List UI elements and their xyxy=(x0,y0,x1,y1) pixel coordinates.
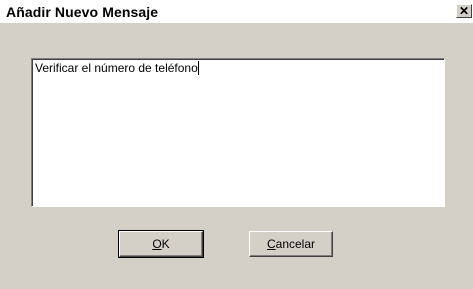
cancel-button-label: Cancelar xyxy=(267,237,315,251)
ok-button[interactable]: OK xyxy=(118,230,204,258)
message-text: Verificar el número de teléfono xyxy=(35,61,199,75)
ok-label-rest: K xyxy=(161,237,170,251)
message-textarea[interactable]: Verificar el número de teléfono xyxy=(31,58,445,207)
text-caret xyxy=(197,61,199,75)
title-bar: Añadir Nuevo Mensaje ✕ xyxy=(0,0,473,24)
message-value: Verificar el número de teléfono xyxy=(35,61,198,75)
close-button[interactable]: ✕ xyxy=(456,4,472,18)
ok-button-label: OK xyxy=(152,237,169,251)
add-message-dialog: Añadir Nuevo Mensaje ✕ Verificar el núme… xyxy=(0,0,473,289)
close-icon: ✕ xyxy=(458,4,470,18)
ok-mnemonic: O xyxy=(152,237,162,251)
cancel-button[interactable]: Cancelar xyxy=(249,231,333,257)
cancel-label-rest: ancelar xyxy=(275,237,316,251)
cancel-mnemonic: C xyxy=(266,237,276,251)
dialog-title: Añadir Nuevo Mensaje xyxy=(6,4,159,20)
